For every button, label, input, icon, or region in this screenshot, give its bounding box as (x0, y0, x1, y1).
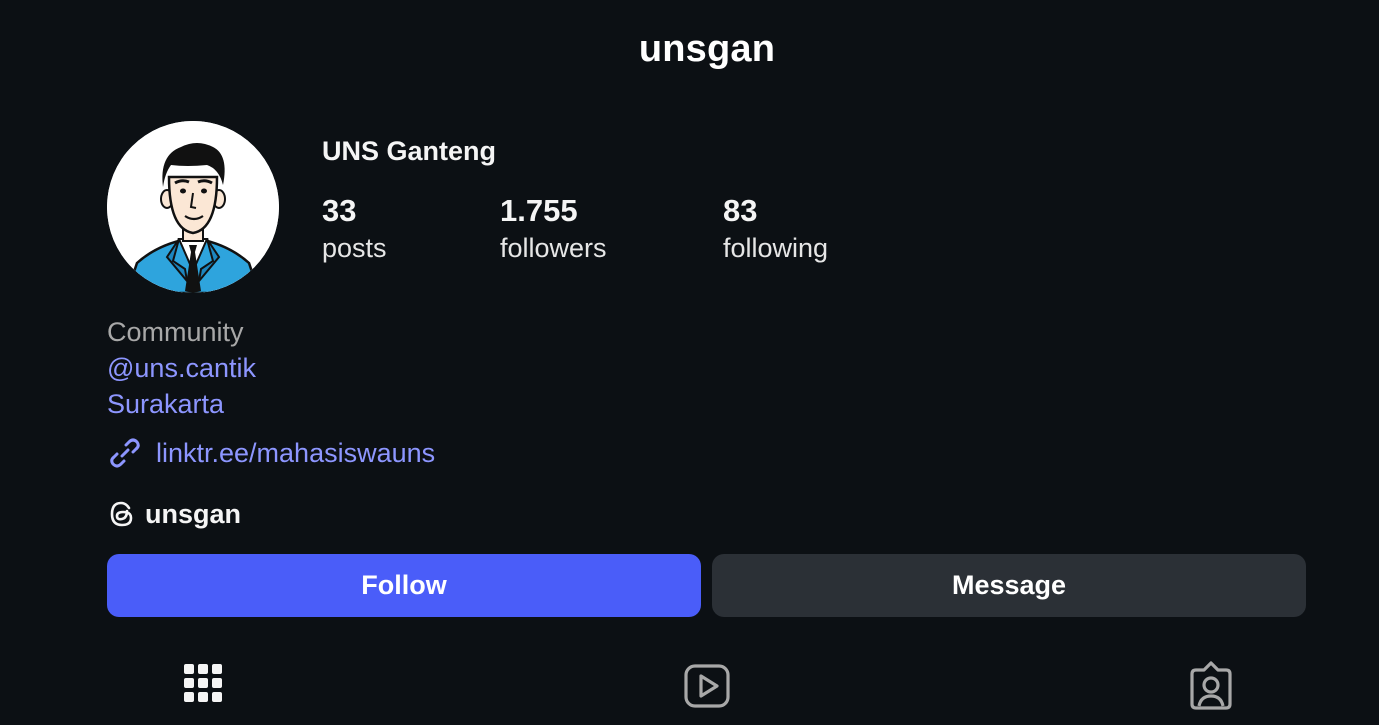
bio-location[interactable]: Surakarta (107, 389, 224, 420)
tab-posts-grid[interactable] (184, 660, 222, 713)
avatar[interactable] (107, 121, 279, 293)
followers-stat[interactable]: 1.755 followers (500, 192, 607, 266)
follow-button[interactable]: Follow (107, 554, 701, 617)
avatar-illustration (107, 121, 279, 293)
message-button[interactable]: Message (712, 554, 1306, 617)
link-icon (107, 435, 143, 471)
external-link[interactable]: linktr.ee/mahasiswauns (107, 434, 435, 472)
profile-display-name: UNS Ganteng (322, 136, 497, 166)
posts-label: posts (322, 233, 387, 263)
posts-count: 33 (322, 193, 357, 228)
followers-label: followers (500, 233, 607, 263)
tab-reels[interactable] (684, 660, 730, 717)
external-link-text: linktr.ee/mahasiswauns (156, 437, 436, 468)
grid-icon (184, 664, 222, 702)
threads-icon (107, 499, 137, 529)
header-username: unsgan (638, 28, 776, 70)
threads-handle: unsgan (145, 498, 242, 529)
posts-count-stat: 33 posts (322, 192, 387, 266)
following-count: 83 (723, 193, 758, 228)
profile-page: unsgan UNS Ganteng 33 posts 1.755 follow… (0, 0, 1379, 725)
followers-count: 1.755 (500, 193, 578, 228)
profile-category: Community (107, 317, 244, 347)
tab-tagged[interactable] (1188, 660, 1234, 717)
following-stat[interactable]: 83 following (723, 192, 828, 266)
reels-play-icon (684, 664, 730, 708)
following-label: following (723, 233, 829, 263)
threads-badge[interactable]: unsgan (107, 496, 241, 532)
bio-mention-link[interactable]: @uns.cantik (107, 353, 256, 384)
tagged-person-icon (1190, 661, 1232, 710)
